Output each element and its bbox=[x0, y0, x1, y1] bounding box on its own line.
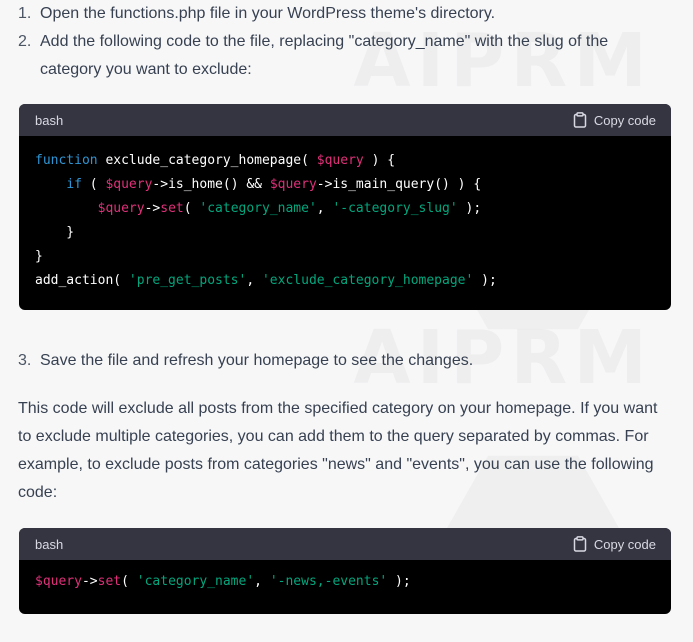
step-text: Open the functions.php file in your Word… bbox=[40, 5, 496, 22]
code-block: bash Copy code function exclude_category… bbox=[19, 104, 671, 310]
code-token: exclude_category_homepage( bbox=[97, 153, 317, 168]
code-token: ->is_main_query() ) { bbox=[316, 177, 482, 192]
list-item: 1. Open the functions.php file in your W… bbox=[18, 0, 658, 28]
step-text: Save the file and refresh your homepage … bbox=[40, 352, 474, 369]
code-token: $query bbox=[105, 177, 153, 192]
step-text: Add the following code to the file, repl… bbox=[40, 33, 609, 78]
code-language: bash bbox=[35, 536, 64, 552]
code-token: ( bbox=[121, 574, 137, 589]
code-token: $query bbox=[269, 177, 317, 192]
code-token: '-category_slug' bbox=[332, 201, 458, 216]
code-token: ) { bbox=[363, 153, 396, 168]
step-number: 1. bbox=[18, 5, 32, 22]
code-token: if bbox=[66, 177, 82, 192]
code-block: bash Copy code $query->set( 'category_na… bbox=[19, 528, 671, 614]
code-header: bash Copy code bbox=[19, 528, 671, 560]
steps-list-top: 1. Open the functions.php file in your W… bbox=[18, 0, 658, 84]
code-token: , bbox=[316, 201, 333, 216]
code-token: } bbox=[35, 225, 75, 240]
copy-code-button[interactable]: Copy code bbox=[573, 112, 656, 128]
code-line: $query->set( 'category_name', '-category… bbox=[35, 197, 655, 221]
clipboard-icon bbox=[573, 536, 587, 552]
code-token: '-news,-events' bbox=[269, 574, 388, 589]
clipboard-icon bbox=[573, 112, 587, 128]
code-token: -> bbox=[81, 574, 98, 589]
code-token: 'exclude_category_homepage' bbox=[261, 273, 474, 288]
code-token: ); bbox=[387, 574, 411, 589]
step-number: 2. bbox=[18, 33, 32, 50]
code-token: } bbox=[35, 249, 43, 264]
code-line: } bbox=[35, 245, 655, 269]
list-item: 3. Save the file and refresh your homepa… bbox=[18, 347, 658, 375]
code-line: if ( $query->is_home() && $query->is_mai… bbox=[35, 173, 655, 197]
code-token: add_action( bbox=[35, 273, 129, 288]
code-token: $query bbox=[97, 201, 145, 216]
code-token: ( bbox=[81, 177, 106, 192]
step-number: 3. bbox=[18, 352, 32, 369]
code-token: 'category_name' bbox=[136, 574, 255, 589]
code-line: $query->set( 'category_name', '-news,-ev… bbox=[35, 570, 655, 594]
code-token: set bbox=[97, 574, 122, 589]
code-line: add_action( 'pre_get_posts', 'exclude_ca… bbox=[35, 269, 655, 293]
code-token: -> bbox=[144, 201, 161, 216]
code-token: ->is_home() && bbox=[152, 177, 270, 192]
code-token: 'category_name' bbox=[199, 201, 317, 216]
code-content: $query->set( 'category_name', '-news,-ev… bbox=[19, 560, 671, 607]
code-header: bash Copy code bbox=[19, 104, 671, 136]
code-token: $query bbox=[35, 574, 82, 589]
list-item: 2. Add the following code to the file, r… bbox=[18, 28, 658, 84]
code-line: function exclude_category_homepage( $que… bbox=[35, 149, 655, 173]
code-token: , bbox=[254, 574, 270, 589]
code-content: function exclude_category_homepage( $que… bbox=[19, 136, 671, 306]
copy-code-label: Copy code bbox=[593, 112, 656, 128]
code-token: ); bbox=[473, 273, 497, 288]
copy-code-label: Copy code bbox=[593, 536, 656, 552]
explanation-paragraph: This code will exclude all posts from th… bbox=[18, 400, 658, 501]
code-token: , bbox=[246, 273, 262, 288]
copy-code-button[interactable]: Copy code bbox=[573, 536, 656, 552]
code-token: ( bbox=[183, 201, 200, 216]
code-token: set bbox=[160, 201, 184, 216]
code-token: ); bbox=[457, 201, 482, 216]
code-line: } bbox=[35, 221, 655, 245]
steps-list-bottom: 3. Save the file and refresh your homepa… bbox=[18, 347, 658, 375]
code-language: bash bbox=[35, 112, 64, 128]
code-token: function bbox=[35, 153, 98, 168]
code-token: 'pre_get_posts' bbox=[128, 273, 247, 288]
code-token: $query bbox=[316, 153, 364, 168]
